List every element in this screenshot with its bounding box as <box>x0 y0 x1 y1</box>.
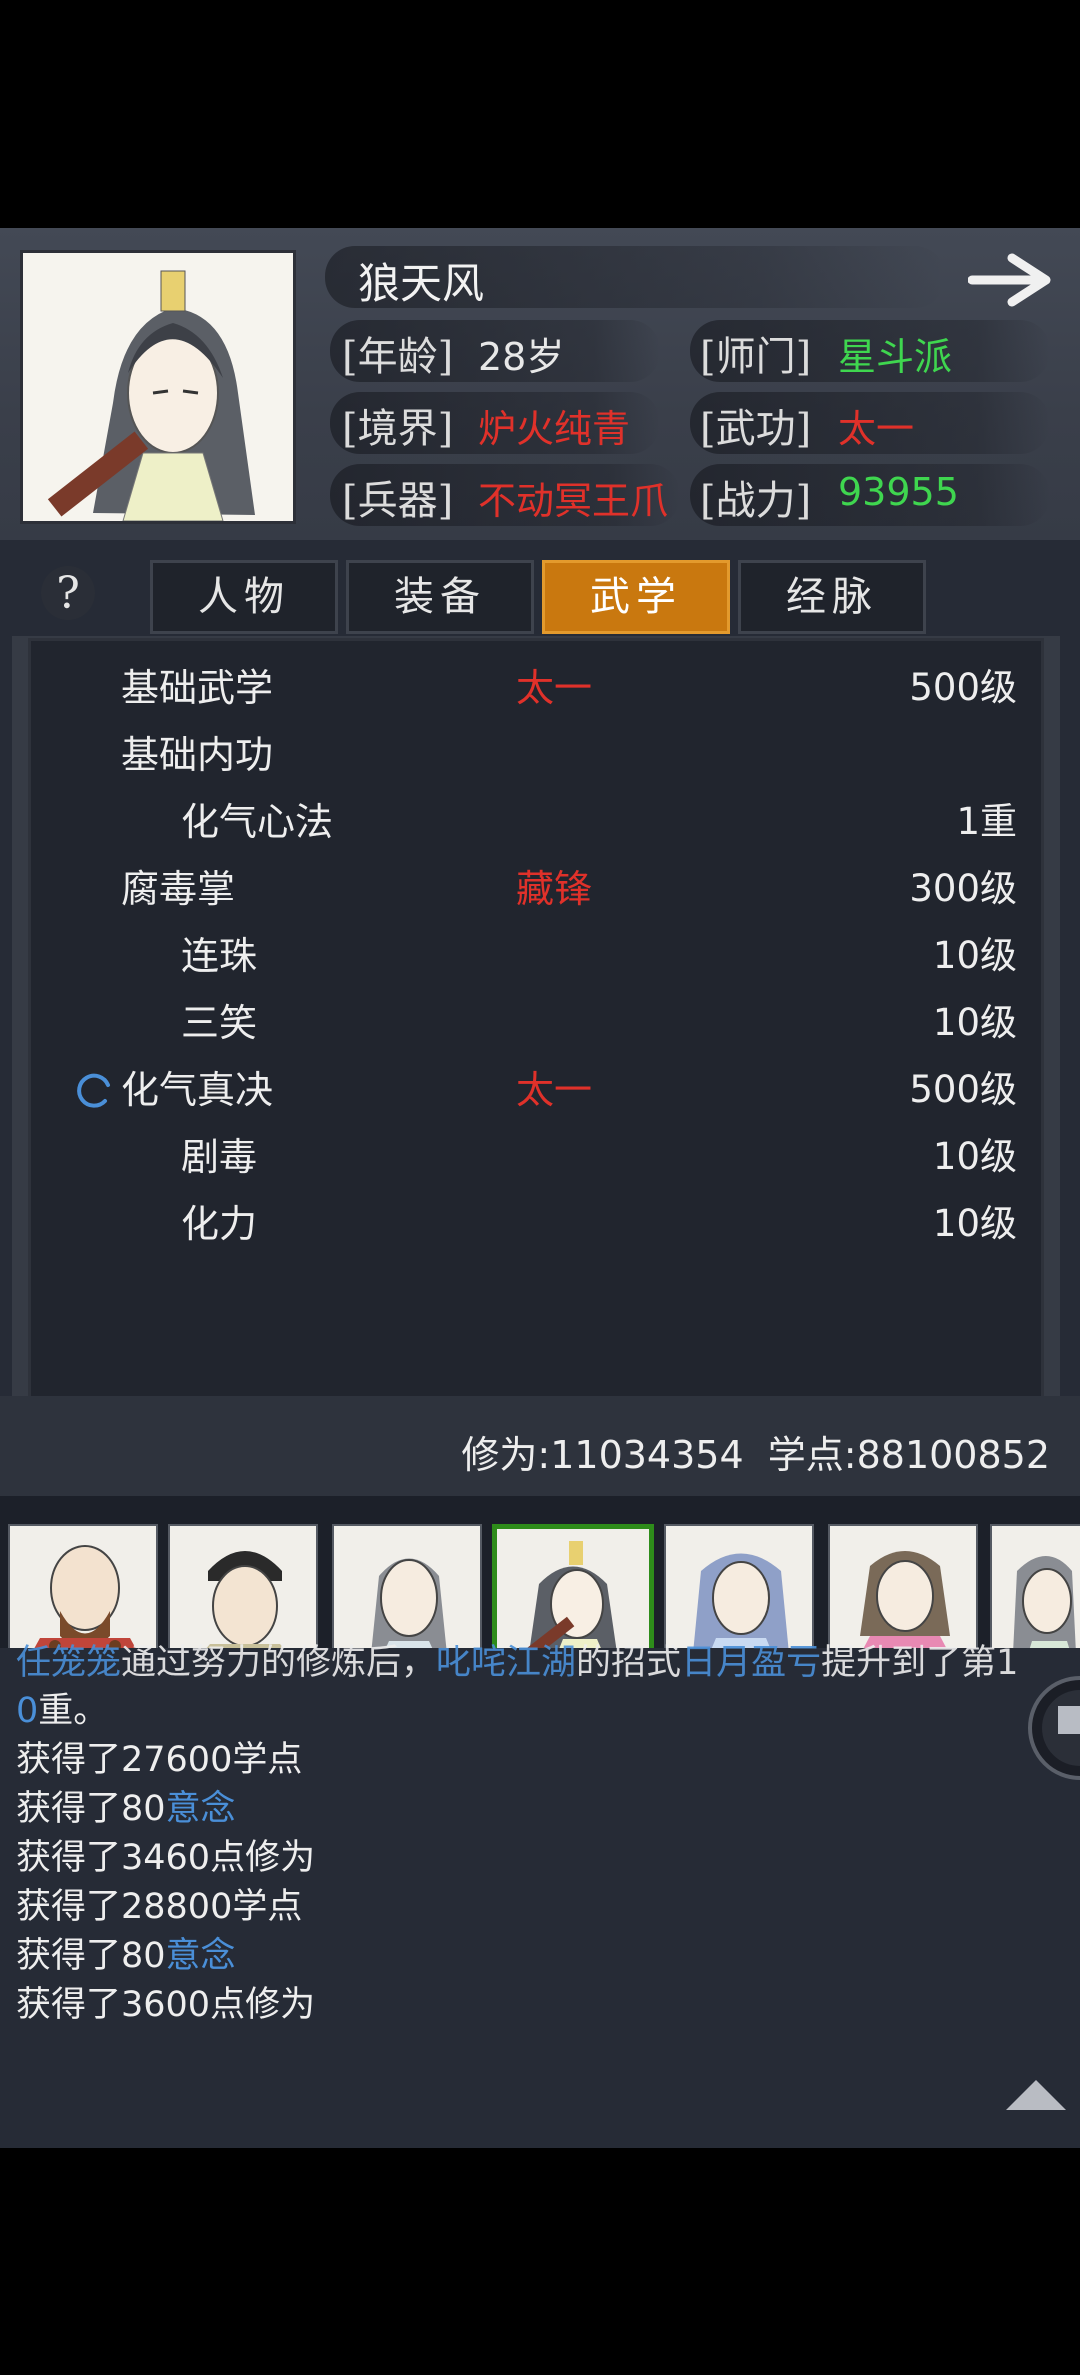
skill-name: 基础武学 <box>121 666 274 710</box>
tab-equipment[interactable]: 装备 <box>346 560 534 634</box>
event-log: 任笼笼通过努力的修炼后，叱咤江湖的招式日月盈亏提升到了第1 0重。 获得了276… <box>0 1643 1080 2148</box>
log-line: 获得了3600点修为 <box>16 1985 316 2025</box>
log-text: 重。 <box>38 1691 109 1731</box>
log-text: 获得了80 <box>16 1936 166 1976</box>
log-name-link: 任笼笼 <box>16 1643 122 1683</box>
skill-row[interactable]: 化气心法 1重 <box>31 789 1047 855</box>
skill-name: 基础内功 <box>121 733 274 777</box>
skill-level: 10级 <box>932 1001 1017 1044</box>
tab-meridians[interactable]: 经脉 <box>738 560 926 634</box>
skill-row[interactable]: 三笑 10级 <box>31 990 1047 1056</box>
log-highlight: 意念 <box>165 1936 236 1976</box>
skill-level: 1重 <box>956 800 1017 843</box>
realm-label: [境界] <box>342 406 454 452</box>
skill-name: 化气真决 <box>121 1068 274 1112</box>
cultivation-stats-bar: 修为:11034354 学点:88100852 <box>0 1396 1080 1496</box>
skill-level: 10级 <box>932 1135 1017 1178</box>
age-label: [年龄] <box>342 334 454 380</box>
log-text: 提升到了第1 <box>821 1643 1019 1683</box>
skill-row[interactable]: 连珠 10级 <box>31 923 1047 989</box>
skill-level: 10级 <box>932 934 1017 977</box>
skill-row[interactable]: 剧毒 10级 <box>31 1124 1047 1190</box>
log-line: 获得了27600学点 <box>16 1740 303 1780</box>
skill-tag: 太一 <box>516 666 593 710</box>
power-value: 93955 <box>838 470 959 514</box>
realm-value: 炉火纯青 <box>478 407 631 451</box>
character-portrait[interactable] <box>20 250 296 524</box>
skill-row[interactable]: 化力 10级 <box>31 1191 1047 1257</box>
log-line: 0重。 <box>16 1682 108 1733</box>
skill-row[interactable]: 腐毒掌 藏锋 300级 <box>31 856 1047 922</box>
log-line: 获得了80意念 <box>16 1780 236 1831</box>
log-text: 的招式 <box>576 1643 682 1683</box>
weapon-value: 不动冥王爪 <box>478 479 669 523</box>
skill-row[interactable]: 基础武学 太一 500级 <box>31 655 1047 721</box>
loading-spinner-icon <box>75 1071 113 1109</box>
help-icon[interactable]: ? <box>40 562 96 624</box>
log-line: 获得了3460点修为 <box>16 1838 316 1878</box>
log-number: 0 <box>16 1691 39 1731</box>
cultivation-stats: 修为:11034354 学点:88100852 <box>461 1433 1050 1477</box>
skill-level: 500级 <box>909 1068 1017 1111</box>
sect-value: 星斗派 <box>838 335 953 379</box>
age-value: 28岁 <box>478 335 565 379</box>
skill-name: 连珠 <box>181 934 258 978</box>
skill-name: 化力 <box>181 1202 258 1246</box>
log-highlight: 意念 <box>165 1789 236 1829</box>
log-line: 获得了80意念 <box>16 1927 236 1978</box>
log-skill-link: 叱咤江湖 <box>436 1643 577 1683</box>
sect-label: [师门] <box>700 334 812 380</box>
skill-level: 500级 <box>909 666 1017 709</box>
character-name: 狼天风 <box>358 259 485 308</box>
help-glyph: ? <box>56 568 80 619</box>
scroll-up-icon[interactable] <box>1004 2076 1068 2112</box>
skill-row[interactable]: 化气真决 太一 500级 <box>31 1057 1047 1123</box>
skill-name: 化气心法 <box>181 800 334 844</box>
power-label: [战力] <box>700 478 812 524</box>
skill-name: 三笑 <box>181 1001 258 1045</box>
next-arrow-icon[interactable] <box>967 250 1064 310</box>
skill-name: 腐毒掌 <box>121 867 236 911</box>
martial-value: 太一 <box>838 407 915 451</box>
skill-level: 10级 <box>932 1202 1017 1245</box>
martial-label: [武功] <box>700 406 812 452</box>
skill-row[interactable]: 基础内功 <box>31 722 1047 788</box>
tab-martial-arts[interactable]: 武学 <box>542 560 730 634</box>
side-menu-button[interactable] <box>1028 1668 1080 1788</box>
skill-tag: 藏锋 <box>516 867 593 911</box>
log-line: 任笼笼通过努力的修炼后，叱咤江湖的招式日月盈亏提升到了第1 <box>16 1634 1018 1685</box>
log-text: 获得了80 <box>16 1789 166 1829</box>
weapon-label: [兵器] <box>342 478 454 524</box>
log-line: 获得了28800学点 <box>16 1887 303 1927</box>
skill-name: 剧毒 <box>181 1135 258 1179</box>
skill-level: 300级 <box>909 867 1017 910</box>
skill-tag: 太一 <box>516 1068 593 1112</box>
tab-character[interactable]: 人物 <box>150 560 338 634</box>
character-header: 狼天风 [年龄] 28岁 [师门] 星斗派 [境界] 炉火纯青 [武功] 太一 … <box>0 228 1080 540</box>
log-move-link: 日月盈亏 <box>681 1643 822 1683</box>
character-screen: 狼天风 [年龄] 28岁 [师门] 星斗派 [境界] 炉火纯青 [武功] 太一 … <box>0 228 1080 2148</box>
log-text: 通过努力的修炼后， <box>121 1643 437 1683</box>
